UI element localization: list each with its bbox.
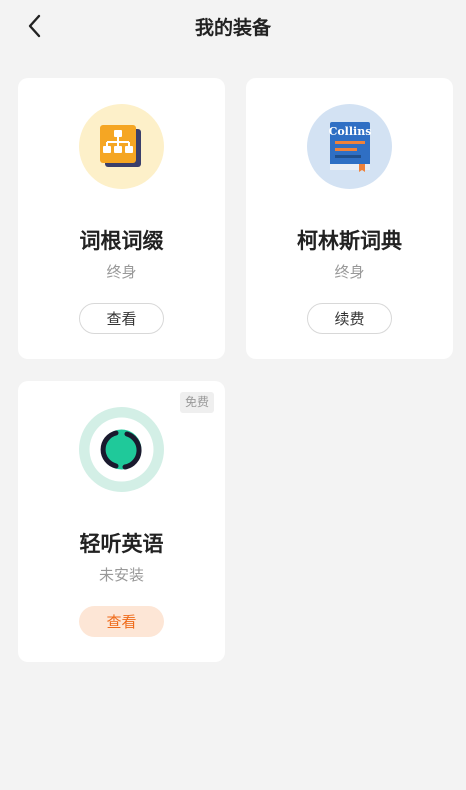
equipment-name: 词根词缀 [79, 229, 164, 253]
view-button[interactable]: 查看 [79, 606, 164, 637]
equipment-status: 终身 [334, 263, 365, 281]
roots-affixes-icon [79, 104, 164, 189]
page-title: 我的装备 [194, 17, 271, 39]
collins-logo-text: Collins [328, 125, 371, 138]
top-bar: 我的装备 [0, 0, 466, 52]
renew-button[interactable]: 续费 [307, 303, 392, 334]
equipment-status: 未安装 [98, 566, 144, 584]
equipment-card-roots-affixes: 词根词缀 终身 查看 [18, 78, 225, 359]
equipment-card-listening: 免费 轻听英语 未安装 查看 [18, 381, 225, 662]
view-button[interactable]: 查看 [79, 303, 164, 334]
free-badge: 免费 [179, 392, 214, 413]
collins-dictionary-icon: Collins [307, 104, 392, 189]
listening-english-icon [79, 407, 164, 492]
equipment-name: 柯林斯词典 [297, 229, 402, 253]
equipment-name: 轻听英语 [79, 532, 164, 556]
equipment-card-collins: Collins 柯林斯词典 终身 续费 [246, 78, 453, 359]
equipment-status: 终身 [106, 263, 137, 281]
